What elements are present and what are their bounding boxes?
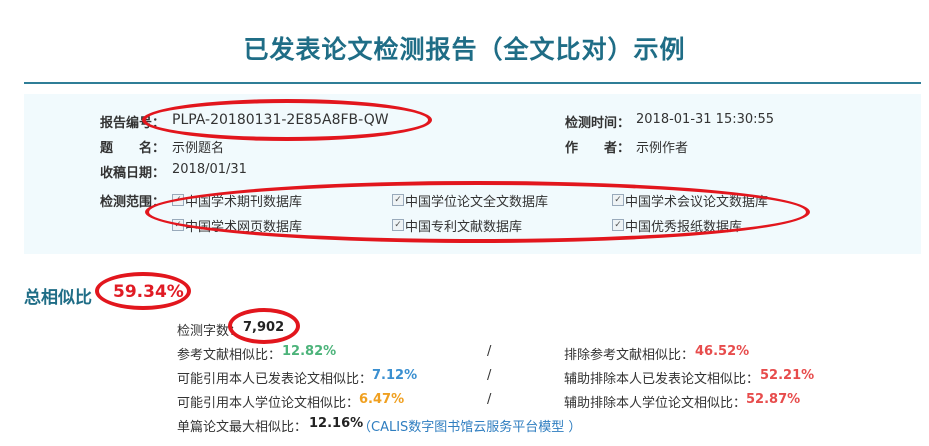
self-pub-similarity-label: 可能引用本人已发表论文相似比： xyxy=(177,372,373,387)
received-date-label: 收稿日期： xyxy=(100,166,166,181)
total-similarity-label: 总相似比 xyxy=(24,288,92,308)
subject-label: 题 名： xyxy=(100,141,166,156)
excl-ref-similarity-label: 排除参考文献相似比： xyxy=(564,348,695,363)
title-divider xyxy=(24,82,921,84)
annotation-circle-report-no xyxy=(142,99,432,141)
author-label: 作 者： xyxy=(565,141,631,156)
check-time-value: 2018-01-31 15:30:55 xyxy=(636,112,775,127)
author-value: 示例作者 xyxy=(636,141,689,156)
ref-similarity-label: 参考文献相似比： xyxy=(177,348,282,363)
excl-self-thesis-similarity-label: 辅助排除本人学位论文相似比： xyxy=(564,396,747,411)
max-single-similarity-label: 单篇论文最大相似比： xyxy=(177,420,308,435)
max-single-source-link[interactable]: （CALIS数字图书馆云服务平台模型 ） xyxy=(358,416,581,435)
excl-ref-similarity-value: 46.52% xyxy=(695,344,750,359)
separator-2: / xyxy=(487,368,492,383)
self-pub-similarity-value: 7.12% xyxy=(372,368,418,383)
separator-3: / xyxy=(487,392,492,407)
annotation-circle-word-count xyxy=(228,308,300,344)
report-title: 已发表论文检测报告（全文比对）示例 xyxy=(243,35,686,64)
ref-similarity-value: 12.82% xyxy=(282,344,337,359)
excl-self-pub-similarity-value: 52.21% xyxy=(760,368,815,383)
check-time-label: 检测时间： xyxy=(565,116,631,131)
annotation-circle-total-similarity xyxy=(95,272,191,310)
self-thesis-similarity-label: 可能引用本人学位论文相似比： xyxy=(177,396,360,411)
separator-1: / xyxy=(487,344,492,359)
annotation-circle-scope xyxy=(145,181,810,243)
subject-value: 示例题名 xyxy=(172,141,225,156)
excl-self-pub-similarity-label: 辅助排除本人已发表论文相似比： xyxy=(564,372,760,387)
excl-self-thesis-similarity-value: 52.87% xyxy=(746,392,801,407)
self-thesis-similarity-value: 6.47% xyxy=(359,392,405,407)
received-date-value: 2018/01/31 xyxy=(172,162,247,177)
max-single-similarity-value: 12.16% xyxy=(309,416,364,431)
